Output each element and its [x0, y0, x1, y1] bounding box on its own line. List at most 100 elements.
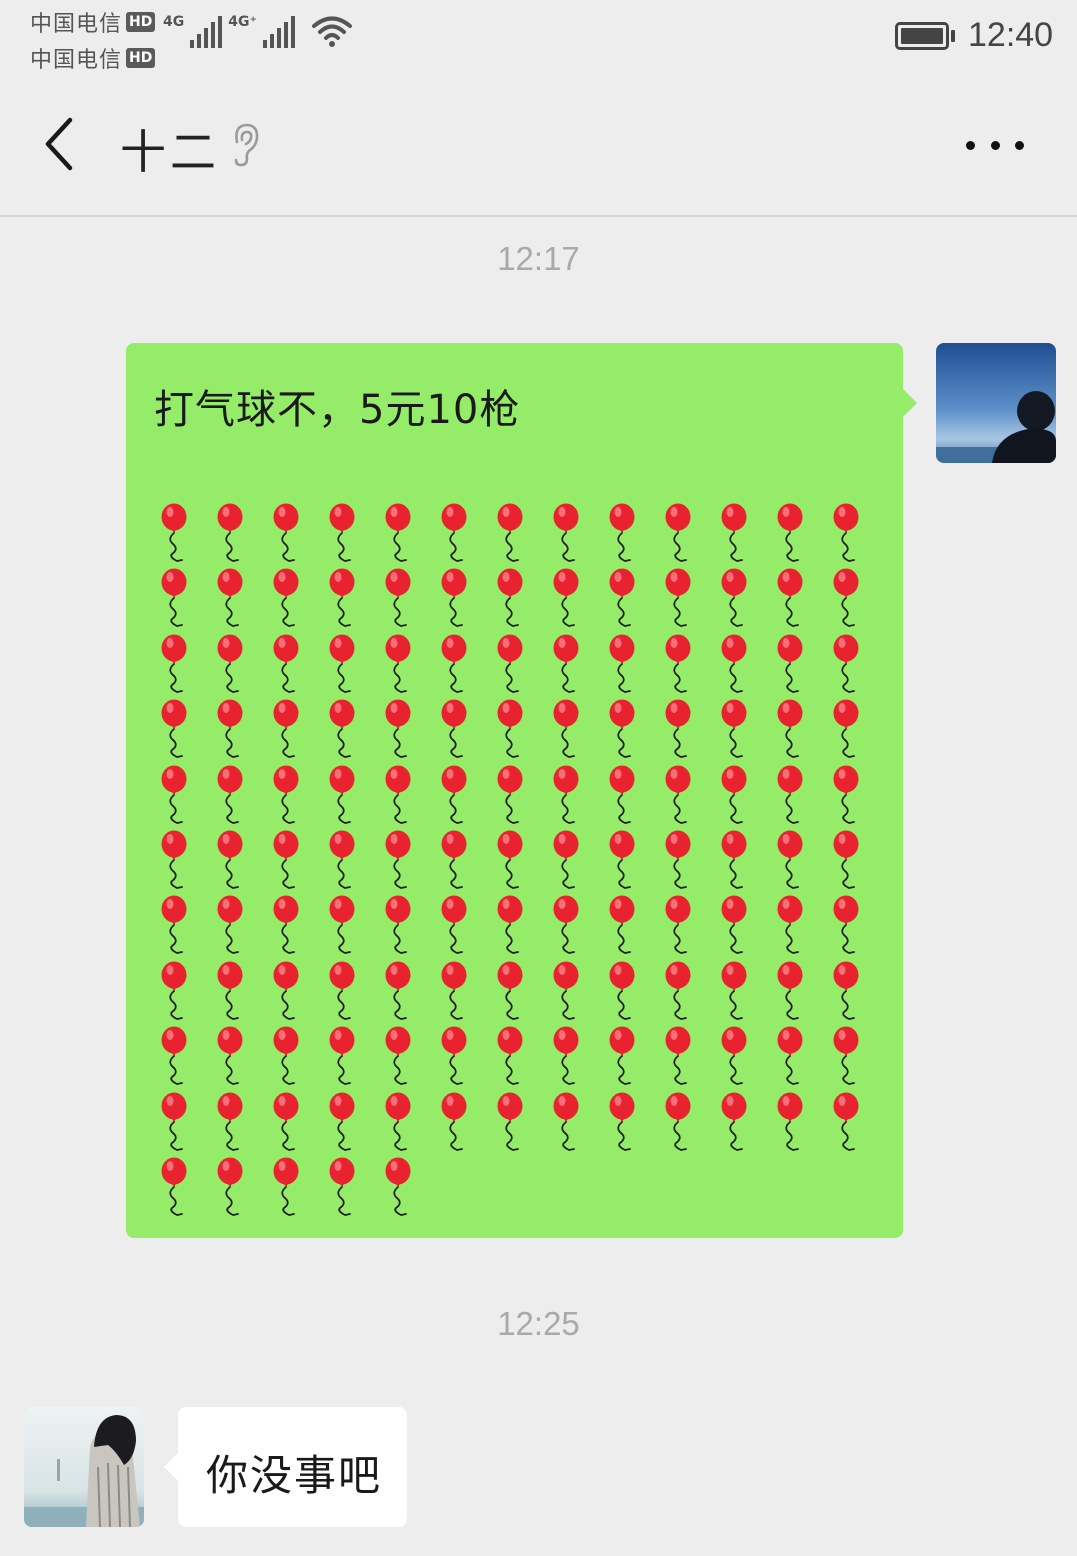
more-options-button[interactable]: [962, 130, 1028, 160]
balloon-emoji-icon: [161, 634, 187, 693]
balloon-emoji-icon: [553, 895, 579, 955]
balloon-emoji-icon: [441, 895, 467, 955]
balloon-emoji-icon: [553, 961, 579, 1020]
network-type: 4G⁺: [228, 14, 257, 30]
balloon-emoji-icon: [833, 830, 859, 889]
balloon-emoji-icon: [609, 961, 635, 1020]
back-arrow-icon[interactable]: [38, 114, 88, 174]
balloon-emoji-icon: [273, 1092, 299, 1151]
balloon-emoji-icon: [161, 1092, 187, 1151]
balloon-emoji-icon: [273, 1157, 299, 1216]
balloon-emoji-icon: [721, 568, 747, 628]
balloon-emoji-icon: [833, 1026, 859, 1086]
balloon-emoji-icon: [217, 1092, 243, 1151]
balloon-row: [160, 1157, 880, 1222]
balloon-emoji-icon: [385, 1026, 411, 1086]
contact-avatar[interactable]: [24, 1407, 144, 1527]
balloon-emoji-icon: [497, 568, 523, 628]
balloon-emoji-icon: [441, 699, 467, 759]
hd-badge: HD: [126, 48, 156, 68]
balloon-row: [160, 1092, 880, 1157]
chat-title: 十二: [120, 125, 220, 179]
balloon-emoji-icon: [385, 634, 411, 693]
balloon-emoji-icon: [665, 961, 691, 1020]
balloon-emoji-icon: [161, 699, 187, 759]
balloon-emoji-icon: [217, 634, 243, 693]
balloon-emoji-icon: [161, 1026, 187, 1086]
balloon-emoji-icon: [609, 699, 635, 759]
balloon-emoji-icon: [441, 503, 467, 562]
balloon-row: [160, 634, 880, 699]
balloon-emoji-icon: [329, 568, 355, 628]
balloon-emoji-icon: [833, 765, 859, 824]
balloon-emoji-icon: [273, 634, 299, 693]
balloon-emoji-icon: [273, 568, 299, 628]
status-bar: 中国电信 HD 中国电信 HD 4G 4G⁺ 12:40: [0, 0, 1077, 80]
avatar-image: [936, 343, 1056, 463]
balloon-emoji-icon: [385, 765, 411, 824]
balloon-emoji-icon: [217, 503, 243, 562]
balloon-row: [160, 568, 880, 633]
balloon-emoji-icon: [497, 503, 523, 562]
balloon-emoji-icon: [553, 830, 579, 889]
balloon-emoji-icon: [665, 1092, 691, 1151]
incoming-message-bubble[interactable]: 你没事吧: [164, 1407, 407, 1527]
balloon-emoji-icon: [329, 699, 355, 759]
balloon-emoji-icon: [665, 568, 691, 628]
balloon-emoji-icon: [329, 503, 355, 562]
balloon-emoji-icon: [217, 1026, 243, 1086]
balloon-emoji-icon: [721, 503, 747, 562]
balloon-emoji-icon: [329, 961, 355, 1020]
balloon-emoji-icon: [721, 765, 747, 824]
carrier-row: 中国电信 HD: [30, 40, 170, 76]
network-type: 4G: [163, 14, 185, 30]
balloon-emoji-icon: [721, 634, 747, 693]
carrier-name: 中国电信: [30, 48, 123, 73]
balloon-emoji-icon: [441, 961, 467, 1020]
balloon-emoji-icon: [665, 503, 691, 562]
balloon-emoji-icon: [609, 895, 635, 955]
message-text: 打气球不，5元10枪: [154, 387, 521, 433]
balloon-row: [160, 699, 880, 764]
balloon-emoji-icon: [609, 1026, 635, 1086]
balloon-emoji-icon: [609, 568, 635, 628]
balloon-emoji-icon: [553, 568, 579, 628]
balloon-emoji-icon: [217, 830, 243, 889]
balloon-emoji-icon: [497, 895, 523, 955]
balloon-emoji-icon: [161, 568, 187, 628]
balloon-emoji-icon: [385, 1157, 411, 1216]
dot-icon: [966, 140, 975, 150]
signal-icon: [262, 16, 295, 48]
balloon-emoji-icon: [497, 1026, 523, 1086]
balloon-emoji-icon: [833, 895, 859, 955]
outgoing-message-bubble[interactable]: 打气球不，5元10枪: [126, 343, 917, 1238]
balloon-emoji-icon: [777, 1026, 803, 1086]
balloon-emoji-icon: [553, 765, 579, 824]
balloon-emoji-icon: [609, 634, 635, 693]
balloon-emoji-icon: [273, 765, 299, 824]
balloon-emoji-icon: [385, 1092, 411, 1151]
balloon-emoji-icon: [441, 1026, 467, 1086]
balloon-emoji-icon: [329, 1092, 355, 1151]
my-avatar[interactable]: [936, 343, 1056, 463]
balloon-emoji-icon: [329, 895, 355, 955]
balloon-emoji-icon: [273, 699, 299, 759]
balloon-emoji-icon: [777, 634, 803, 693]
carrier-row: 中国电信 HD: [30, 4, 170, 40]
balloon-row: [160, 503, 880, 568]
balloon-emoji-icon: [217, 1157, 243, 1216]
balloon-emoji-icon: [553, 1026, 579, 1086]
balloon-emoji-icon: [833, 699, 859, 759]
balloon-emoji-icon: [497, 634, 523, 693]
balloon-emoji-icon: [273, 503, 299, 562]
balloon-emoji-icon: [609, 765, 635, 824]
balloon-row: [160, 961, 880, 1026]
balloon-emoji-icon: [497, 830, 523, 889]
balloon-emoji-icon: [497, 765, 523, 824]
balloon-emoji-icon: [777, 961, 803, 1020]
balloon-emoji-icon: [665, 699, 691, 759]
balloon-emoji-icon: [161, 961, 187, 1020]
balloon-emoji-icon: [441, 830, 467, 889]
dot-icon: [990, 140, 1000, 150]
balloon-emoji-icon: [833, 568, 859, 628]
